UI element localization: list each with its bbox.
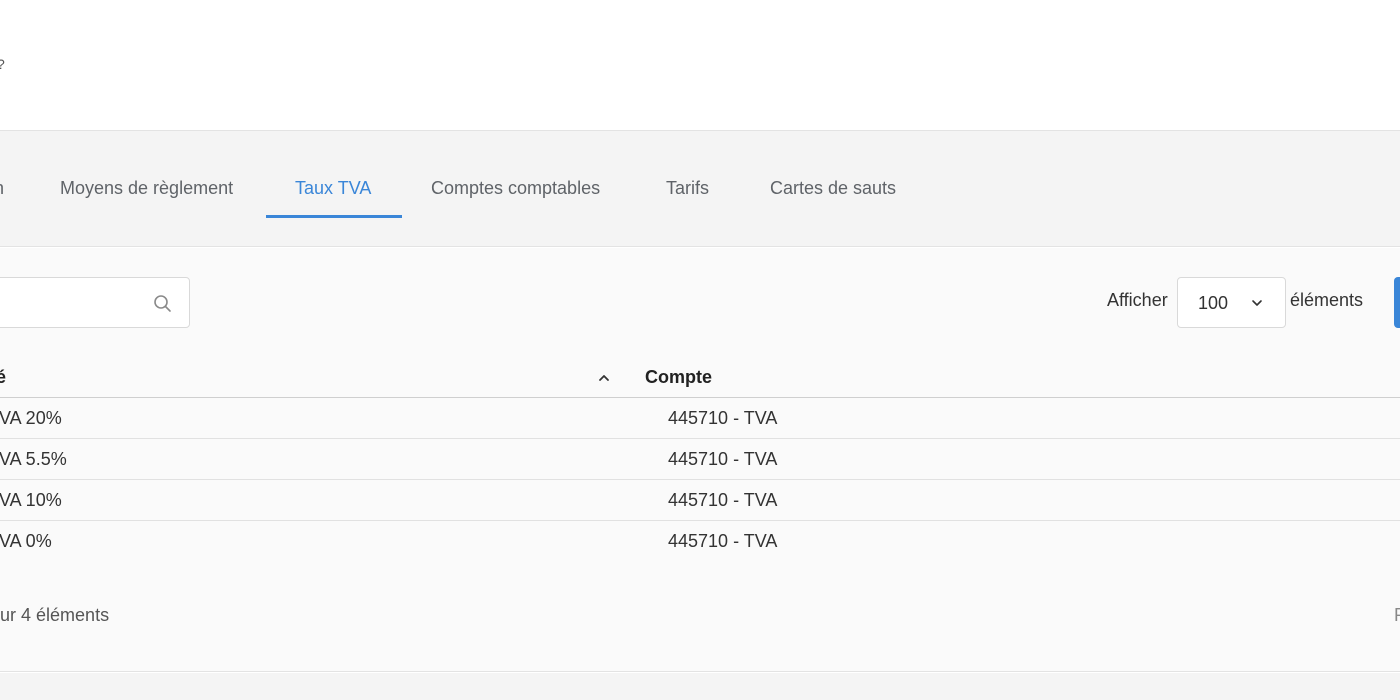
search-box <box>0 277 190 328</box>
search-input[interactable] <box>3 288 143 318</box>
header-fragment: ? <box>0 56 5 72</box>
tab-moyens-de-reglement[interactable]: Moyens de règlement <box>60 131 233 219</box>
column-header-account[interactable]: Compte <box>645 367 712 388</box>
row-account: 445710 - TVA <box>668 531 778 551</box>
tab-taux-tva[interactable]: Taux TVA <box>295 131 371 219</box>
sort-asc-icon[interactable] <box>597 373 611 383</box>
row-account: 445710 - TVA <box>668 449 778 469</box>
row-label: TVA 20% <box>0 408 62 428</box>
page-size-select[interactable]: 100 <box>1177 277 1286 328</box>
search-icon[interactable] <box>153 294 173 314</box>
pagination-control[interactable]: P <box>1394 605 1400 626</box>
tab-comptes-comptables[interactable]: Comptes comptables <box>431 131 600 219</box>
tab-cartes-de-sauts[interactable]: Cartes de sauts <box>770 131 896 219</box>
tab-tarifs[interactable]: Tarifs <box>666 131 709 219</box>
row-label: TVA 10% <box>0 490 62 510</box>
tab-partial[interactable]: n <box>0 131 4 219</box>
table-row[interactable]: TVA 20% 445710 - TVA <box>0 398 1400 439</box>
page-size-value: 100 <box>1198 293 1229 313</box>
table-header: é Compte <box>0 358 1400 398</box>
content-panel: Afficher 100 éléments é Compte TVA 20% 4… <box>0 248 1400 672</box>
table-row[interactable]: TVA 5.5% 445710 - TVA <box>0 439 1400 480</box>
show-label: Afficher <box>1107 290 1168 310</box>
active-tab-indicator <box>266 215 402 218</box>
column-header-label[interactable]: é <box>0 367 6 388</box>
chevron-down-icon <box>1252 300 1262 306</box>
row-account: 445710 - TVA <box>668 490 778 510</box>
table-row[interactable]: TVA 0% 445710 - TVA <box>0 521 1400 562</box>
items-label: éléments <box>1290 290 1364 310</box>
top-bar: ? <box>0 0 1400 131</box>
table-row[interactable]: TVA 10% 445710 - TVA <box>0 480 1400 521</box>
tab-bar: n Moyens de règlement Taux TVA Comptes c… <box>0 131 1400 247</box>
row-label: TVA 5.5% <box>0 449 67 469</box>
row-label: TVA 0% <box>0 531 52 551</box>
footer-band <box>0 673 1400 700</box>
pagination-summary: 1 sur 4 éléments <box>0 605 110 625</box>
add-button[interactable] <box>1394 277 1400 328</box>
row-account: 445710 - TVA <box>668 408 778 428</box>
